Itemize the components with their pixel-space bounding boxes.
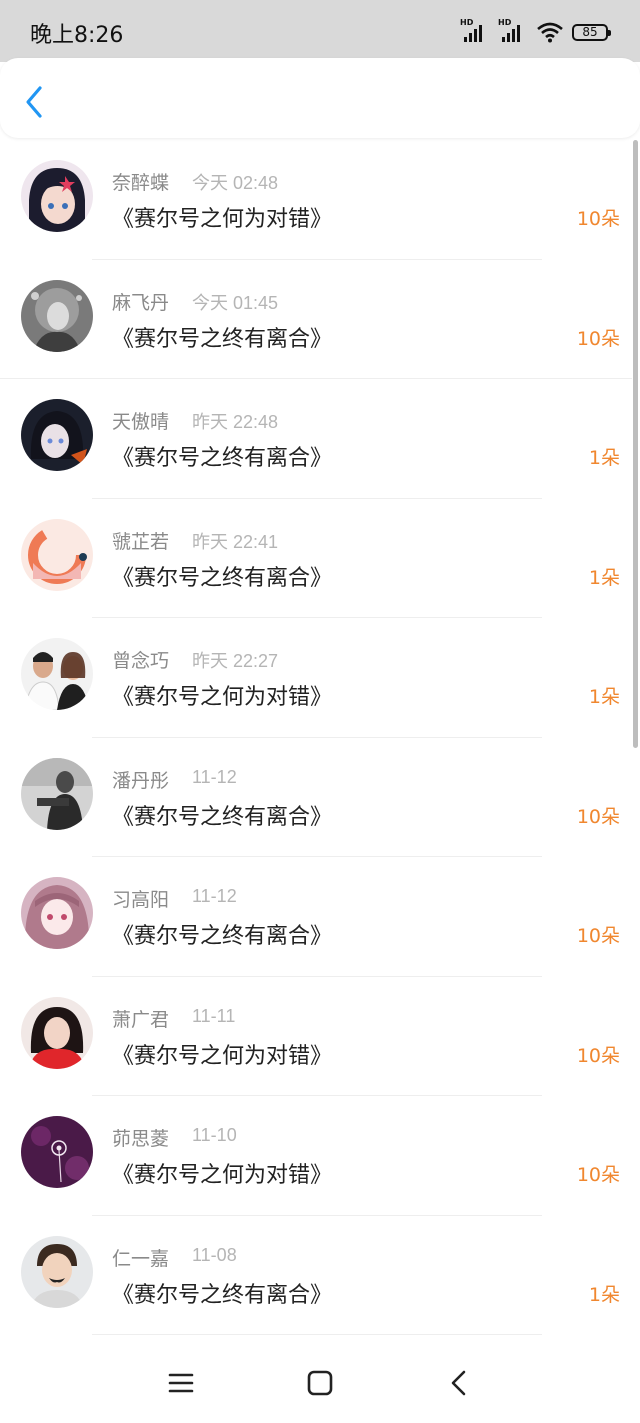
- list-item[interactable]: 麻飞丹 今天 01:45 《赛尔号之终有离合》 10朵: [0, 260, 632, 379]
- flower-count: 1朵: [588, 686, 620, 708]
- flower-count: 1朵: [588, 447, 620, 469]
- work-title[interactable]: 《赛尔号之何为对错》: [112, 201, 332, 233]
- sender-name: 萧广君: [112, 1008, 170, 1031]
- back-button[interactable]: [18, 82, 50, 122]
- send-time: 昨天 22:27: [192, 651, 279, 671]
- work-title[interactable]: 《赛尔号之终有离合》: [112, 321, 332, 353]
- work-title[interactable]: 《赛尔号之终有离合》: [112, 918, 332, 950]
- scrollbar[interactable]: [633, 140, 638, 748]
- avatar[interactable]: [21, 996, 93, 1069]
- flower-count: 10朵: [576, 925, 620, 947]
- send-time: 今天 01:45: [192, 292, 279, 313]
- work-title[interactable]: 《赛尔号之何为对错》: [112, 1157, 332, 1189]
- send-time: 11-08: [192, 1244, 237, 1265]
- flower-count: 10朵: [576, 208, 620, 230]
- flower-count: 1朵: [588, 566, 620, 589]
- work-title[interactable]: 《赛尔号之终有离合》: [112, 1277, 332, 1309]
- home-square-icon: [307, 1370, 333, 1396]
- chevron-left-icon: [26, 86, 42, 118]
- sender-name: 仁一嘉: [112, 1247, 170, 1270]
- sender-name: 虢芷若: [112, 530, 170, 553]
- list-item[interactable]: 虢芷若 昨天 22:41 《赛尔号之终有离合》 1朵: [0, 499, 632, 618]
- send-time: 11-11: [192, 1005, 236, 1026]
- sender-name: 奈醉蝶: [112, 172, 170, 194]
- sender-name: 麻飞丹: [112, 291, 170, 314]
- list-item[interactable]: 天傲晴 昨天 22:48 《赛尔号之终有离合》 1朵: [0, 379, 632, 499]
- avatar[interactable]: [21, 1235, 93, 1308]
- list-item[interactable]: 茆思菱 11-10 《赛尔号之何为对错》 10朵: [0, 1096, 632, 1216]
- work-title[interactable]: 《赛尔号之终有离合》: [112, 799, 332, 831]
- flower-count: 10朵: [576, 327, 620, 350]
- work-title[interactable]: 《赛尔号之终有离合》: [112, 440, 332, 472]
- system-back-button[interactable]: [444, 1368, 474, 1398]
- system-nav-bar: [0, 1340, 640, 1423]
- status-icons: HD HD 85: [460, 18, 611, 46]
- send-time: 11-12: [192, 886, 237, 906]
- flower-count: 10朵: [576, 1164, 620, 1186]
- flower-count: 10朵: [576, 1044, 620, 1067]
- send-time: 11-12: [192, 766, 237, 787]
- flower-count: 1朵: [588, 1283, 620, 1306]
- menu-icon: [168, 1373, 194, 1393]
- back-triangle-icon: [451, 1370, 466, 1396]
- status-time: 晚上8:26: [30, 23, 124, 48]
- send-time: 昨天 22:48: [192, 412, 279, 432]
- work-title[interactable]: 《赛尔号之终有离合》: [112, 560, 332, 592]
- sender-name: 习高阳: [112, 889, 170, 911]
- gift-record-list: 奈醉蝶 今天 02:48 《赛尔号之何为对错》 10朵 麻飞丹 今天 01:45…: [0, 140, 632, 1335]
- menu-button[interactable]: [166, 1368, 196, 1398]
- sender-name: 茆思菱: [112, 1128, 170, 1150]
- work-title[interactable]: 《赛尔号之何为对错》: [112, 679, 332, 711]
- list-item[interactable]: 曾念巧 昨天 22:27 《赛尔号之何为对错》 1朵: [0, 618, 632, 738]
- avatar[interactable]: [21, 877, 93, 949]
- list-item[interactable]: 习高阳 11-12 《赛尔号之终有离合》 10朵: [0, 857, 632, 977]
- send-time: 11-10: [192, 1125, 237, 1145]
- flower-count: 10朵: [576, 805, 620, 828]
- list-item[interactable]: 萧广君 11-11 《赛尔号之何为对错》 10朵: [0, 977, 632, 1096]
- send-time: 昨天 22:41: [192, 531, 279, 552]
- list-item[interactable]: 潘丹彤 11-12 《赛尔号之终有离合》 10朵: [0, 738, 632, 857]
- list-item[interactable]: 仁一嘉 11-08 《赛尔号之终有离合》 1朵: [0, 1216, 632, 1335]
- wifi-icon: [537, 22, 563, 43]
- avatar[interactable]: [21, 518, 93, 591]
- sender-name: 潘丹彤: [112, 769, 170, 792]
- avatar[interactable]: [21, 399, 93, 471]
- send-time: 今天 02:48: [192, 173, 279, 193]
- battery-icon: 85: [572, 23, 611, 41]
- list-item[interactable]: 奈醉蝶 今天 02:48 《赛尔号之何为对错》 10朵: [0, 140, 632, 260]
- avatar[interactable]: [21, 638, 93, 710]
- status-bar: 晚上8:26 HD HD 85: [0, 0, 640, 62]
- avatar[interactable]: [21, 757, 93, 830]
- divider: [92, 1334, 542, 1335]
- avatar[interactable]: [21, 160, 93, 232]
- home-button[interactable]: [305, 1368, 335, 1398]
- signal-icon-1: HD: [460, 18, 490, 44]
- avatar[interactable]: [21, 1116, 93, 1188]
- sender-name: 曾念巧: [112, 650, 170, 672]
- signal-icon-2: HD: [498, 18, 528, 44]
- sender-name: 天傲晴: [112, 411, 170, 433]
- nav-header: [0, 58, 640, 138]
- work-title[interactable]: 《赛尔号之何为对错》: [112, 1038, 332, 1070]
- avatar[interactable]: [21, 279, 93, 352]
